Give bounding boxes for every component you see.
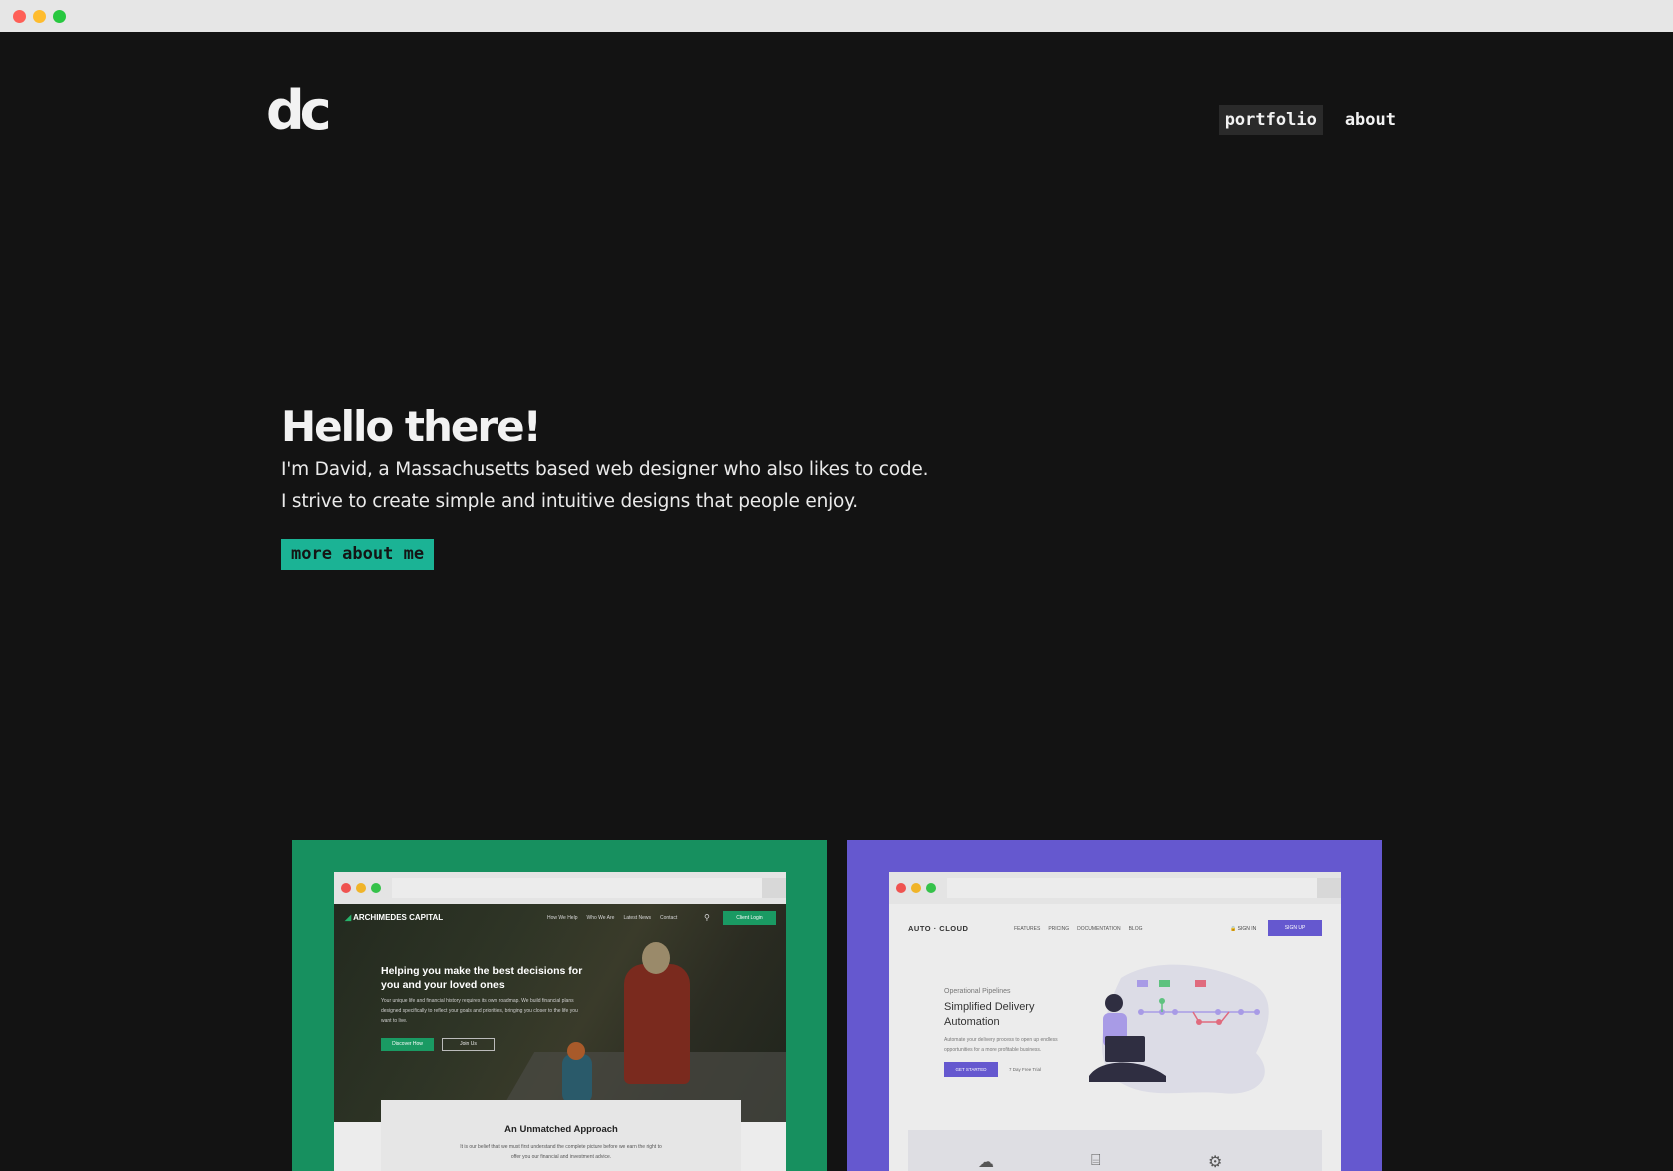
autocloud-logo: AUTO · CLOUD (908, 924, 969, 933)
autocloud-features-strip: ☁ ⌸ ⚙ (908, 1130, 1322, 1171)
gear-icon: ⚙ (1208, 1154, 1223, 1171)
maximize-window-button[interactable] (53, 10, 66, 23)
mock-browser-bar (889, 872, 1341, 904)
autocloud-signin: 🔒 SIGN IN (1230, 926, 1257, 932)
window-titlebar (0, 0, 1673, 32)
search-icon: ⚲ (704, 913, 710, 922)
archimedes-section-text: It is our belief that we must first unde… (460, 1144, 662, 1160)
archimedes-section-title: An Unmatched Approach (504, 1124, 618, 1135)
site-logo[interactable]: dc (266, 84, 332, 138)
minimize-window-button[interactable] (33, 10, 46, 23)
autocloud-nav-item: BLOG (1128, 926, 1143, 932)
more-about-me-button[interactable]: more about me (281, 539, 435, 570)
autocloud-nav-item: DOCUMENTATION (1077, 926, 1121, 932)
archimedes-hero-image: ◢ ARCHIMEDES CAPITAL How We Help Who We … (334, 904, 786, 1122)
hero-intro-line-2: I strive to create simple and intuitive … (281, 491, 858, 512)
main-nav: portfolio about (1218, 105, 1402, 135)
portfolio-card-autocloud[interactable]: AUTO · CLOUD FEATURES PRICING DOCUMENTAT… (847, 840, 1382, 1171)
archimedes-body: Your unique life and financial history r… (381, 998, 578, 1024)
server-icon: ⌸ (1091, 1152, 1101, 1169)
mock-address-bar (947, 878, 1317, 898)
hero-intro-line-1: I'm David, a Massachusetts based web des… (281, 459, 929, 480)
archimedes-nav-item: Who We Are (586, 915, 615, 921)
autocloud-get-started-button: GET STARTED (944, 1062, 998, 1077)
autocloud-trial-text: 7 Day Free Trial (1009, 1067, 1042, 1072)
autocloud-nav-item: PRICING (1048, 926, 1070, 932)
archimedes-discover-button: Discover How (381, 1038, 434, 1051)
archimedes-nav: ◢ ARCHIMEDES CAPITAL How We Help Who We … (334, 904, 786, 930)
archimedes-headline: Helping you make the best decisions for … (381, 965, 583, 991)
archimedes-logo: ◢ ARCHIMEDES CAPITAL (345, 913, 444, 922)
autocloud-body: Automate your delivery process to open u… (944, 1037, 1058, 1053)
close-window-button[interactable] (13, 10, 26, 23)
lock-icon: 🔒 (1230, 926, 1237, 932)
nav-portfolio-link[interactable]: portfolio (1218, 105, 1323, 135)
hero-title: Hello there! (281, 402, 542, 451)
archimedes-screenshot: ◢ ARCHIMEDES CAPITAL How We Help Who We … (334, 872, 786, 1171)
autocloud-screenshot: AUTO · CLOUD FEATURES PRICING DOCUMENTAT… (889, 872, 1341, 1171)
portfolio-card-archimedes[interactable]: ◢ ARCHIMEDES CAPITAL How We Help Who We … (292, 840, 827, 1171)
archimedes-join-button: Join Us (442, 1038, 495, 1051)
archimedes-nav-item: Latest News (623, 915, 651, 921)
mock-address-bar (392, 878, 762, 898)
autocloud-headline: Simplified Delivery Automation (944, 1001, 1035, 1028)
nav-about-link[interactable]: about (1339, 105, 1402, 135)
archimedes-approach-panel: An Unmatched Approach It is our belief t… (381, 1100, 741, 1171)
archimedes-nav-item: Contact (659, 915, 678, 921)
cloud-icon: ☁ (978, 1154, 994, 1171)
archimedes-nav-item: How We Help (547, 915, 578, 921)
page: dc portfolio about Hello there! I'm Davi… (0, 32, 1673, 1171)
autocloud-signup-button: SIGN UP (1268, 920, 1322, 936)
archimedes-client-login: Client Login (723, 911, 776, 925)
mock-browser-bar (334, 872, 786, 904)
autocloud-nav-item: FEATURES (1014, 926, 1041, 932)
autocloud-illustration (1089, 964, 1269, 1094)
autocloud-eyebrow: Operational Pipelines (944, 988, 1011, 995)
